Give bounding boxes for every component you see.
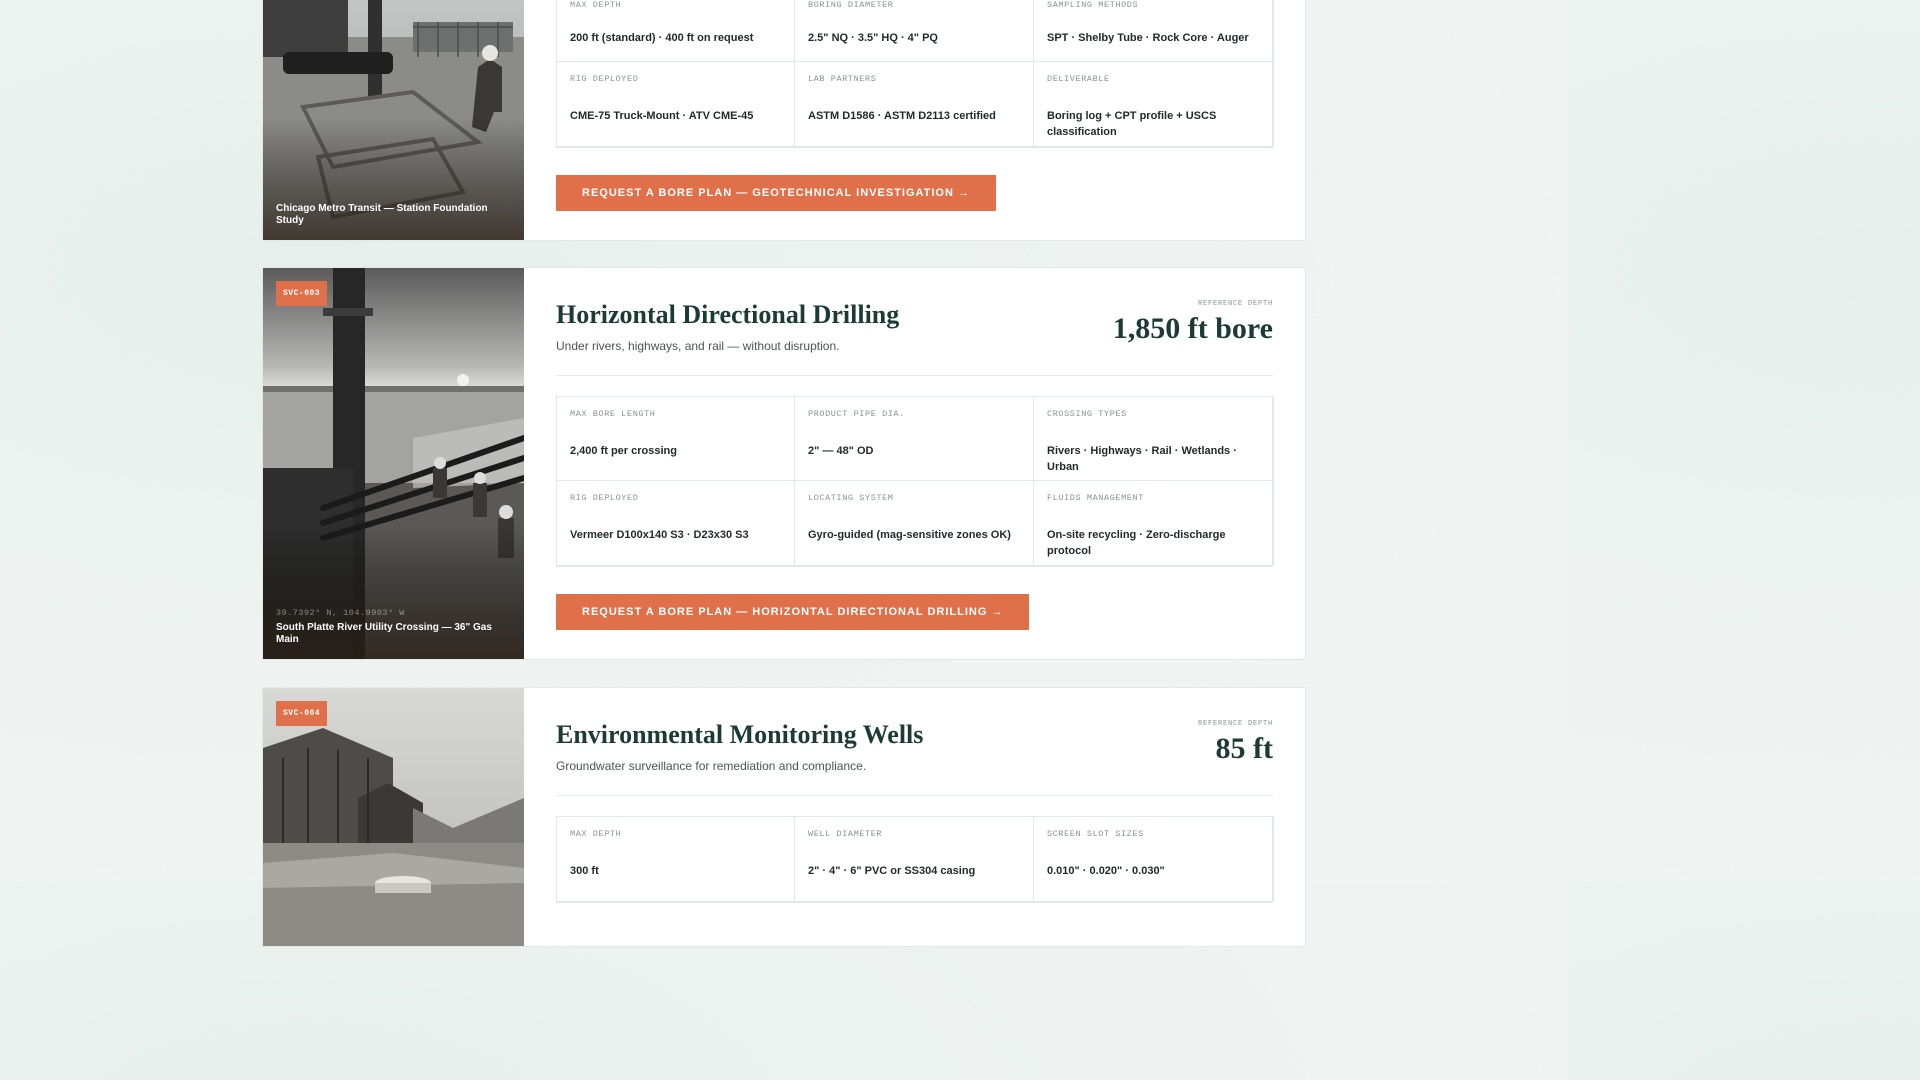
spec-max-depth: MAX DEPTH 200 ft (standard) · 400 ft on … <box>557 0 795 62</box>
spec-label: CROSSING TYPES <box>1047 409 1127 419</box>
spec-label: FLUIDS MANAGEMENT <box>1047 493 1144 503</box>
spec-label: RIG DEPLOYED <box>570 493 639 503</box>
service-header: Environmental Monitoring Wells Groundwat… <box>556 688 1273 796</box>
spec-value: 2" · 4" · 6" PVC or SS304 casing <box>808 865 976 877</box>
spec-label: RIG DEPLOYED <box>570 74 639 84</box>
project-photo: SVC-004 <box>263 688 524 946</box>
spec-value: Vermeer D100x140 S3 · D23x30 S3 <box>570 529 749 541</box>
spec-max-bore-length: MAX BORE LENGTH 2,400 ft per crossing <box>557 397 795 481</box>
spec-label: LOCATING SYSTEM <box>808 493 894 503</box>
service-title: Horizontal Directional Drilling <box>556 300 900 329</box>
spec-value: 300 ft <box>570 865 599 877</box>
spec-label: BORING DIAMETER <box>808 0 894 10</box>
service-code-badge: SVC-003 <box>276 281 328 306</box>
service-body: Environmental Monitoring Wells Groundwat… <box>524 688 1305 946</box>
spec-value: SPT · Shelby Tube · Rock Core · Auger <box>1047 32 1249 44</box>
spec-value: ASTM D1586 · ASTM D2113 certified <box>808 110 996 122</box>
spec-rig-deployed: RIG DEPLOYED Vermeer D100x140 S3 · D23x3… <box>557 481 795 565</box>
project-caption: Chicago Metro Transit — Station Foundati… <box>276 203 488 226</box>
spec-value: Boring log + CPT profile + USCS classifi… <box>1047 110 1217 138</box>
service-subtitle: Groundwater surveillance for remediation… <box>556 759 867 773</box>
service-card-geotechnical: Chicago Metro Transit — Station Foundati… <box>262 0 1306 241</box>
spec-value: 2.5" NQ · 3.5" HQ · 4" PQ <box>808 32 938 44</box>
spec-grid: MAX DEPTH 300 ft WELL DIAMETER 2" · 4" ·… <box>556 816 1274 903</box>
spec-sampling-methods: SAMPLING METHODS SPT · Shelby Tube · Roc… <box>1034 0 1274 62</box>
project-photo: Chicago Metro Transit — Station Foundati… <box>263 0 524 240</box>
spec-label: SCREEN SLOT SIZES <box>1047 829 1144 839</box>
spec-value: 2" — 48" OD <box>808 445 874 457</box>
spec-well-diameter: WELL DIAMETER 2" · 4" · 6" PVC or SS304 … <box>795 817 1034 901</box>
spec-label: PRODUCT PIPE DIA. <box>808 409 905 419</box>
spec-value: Rivers · Highways · Rail · Wetlands · Ur… <box>1047 445 1237 473</box>
spec-locating-system: LOCATING SYSTEM Gyro-guided (mag-sensiti… <box>795 481 1034 565</box>
spec-label: WELL DIAMETER <box>808 829 883 839</box>
spec-value: Gyro-guided (mag-sensitive zones OK) <box>808 529 1011 541</box>
spec-max-depth: MAX DEPTH 300 ft <box>557 817 795 901</box>
spec-label: MAX DEPTH <box>570 829 622 839</box>
service-body: MAX DEPTH 200 ft (standard) · 400 ft on … <box>524 0 1305 240</box>
reference-depth-label: REFERENCE DEPTH <box>1197 720 1273 728</box>
spec-fluids-management: FLUIDS MANAGEMENT On-site recycling · Ze… <box>1034 481 1274 565</box>
service-title: Environmental Monitoring Wells <box>556 720 924 749</box>
monitoring-site-photo <box>263 688 524 946</box>
reference-depth-value: 85 ft <box>1215 732 1273 765</box>
spec-value: CME-75 Truck-Mount · ATV CME-45 <box>570 110 754 122</box>
service-body: Horizontal Directional Drilling Under ri… <box>524 268 1305 659</box>
spec-value: 200 ft (standard) · 400 ft on request <box>570 32 754 44</box>
spec-value: 0.010" · 0.020" · 0.030" <box>1047 865 1165 877</box>
service-code-badge: SVC-004 <box>276 701 328 726</box>
spec-value: 2,400 ft per crossing <box>570 445 677 457</box>
reference-depth-label: REFERENCE DEPTH <box>1197 300 1273 308</box>
spec-crossing-types: CROSSING TYPES Rivers · Highways · Rail … <box>1034 397 1274 481</box>
spec-label: LAB PARTNERS <box>808 74 877 84</box>
service-card-hdd: SVC-003 39.7392° N, 104.9903° W South Pl… <box>262 267 1306 660</box>
spec-product-pipe-dia: PRODUCT PIPE DIA. 2" — 48" OD <box>795 397 1034 481</box>
gps-coordinates: 39.7392° N, 104.9903° W <box>276 608 405 618</box>
service-card-monitoring-wells: SVC-004 Environmental Monitoring Wells G… <box>262 687 1306 947</box>
service-subtitle: Under rivers, highways, and rail — witho… <box>556 339 840 353</box>
hdd-rig-photo <box>263 268 524 659</box>
spec-label: MAX BORE LENGTH <box>570 409 656 419</box>
spec-screen-slot-sizes: SCREEN SLOT SIZES 0.010" · 0.020" · 0.03… <box>1034 817 1274 901</box>
spec-grid: MAX DEPTH 200 ft (standard) · 400 ft on … <box>556 0 1274 148</box>
project-photo: SVC-003 39.7392° N, 104.9903° W South Pl… <box>263 268 524 659</box>
spec-label: DELIVERABLE <box>1047 74 1110 84</box>
request-bore-plan-button[interactable]: REQUEST A BORE PLAN — GEOTECHNICAL INVES… <box>556 175 996 211</box>
reference-depth-value: 1,850 ft bore <box>1112 312 1273 345</box>
spec-label: SAMPLING METHODS <box>1047 0 1139 10</box>
spec-label: MAX DEPTH <box>570 0 622 10</box>
spec-value: On-site recycling · Zero-discharge proto… <box>1047 529 1226 557</box>
spec-boring-diameter: BORING DIAMETER 2.5" NQ · 3.5" HQ · 4" P… <box>795 0 1034 62</box>
spec-lab-partners: LAB PARTNERS ASTM D1586 · ASTM D2113 cer… <box>795 62 1034 146</box>
spec-grid: MAX BORE LENGTH 2,400 ft per crossing PR… <box>556 396 1274 567</box>
project-caption: South Platte River Utility Crossing — 36… <box>276 622 492 645</box>
spec-rig-deployed: RIG DEPLOYED CME-75 Truck-Mount · ATV CM… <box>557 62 795 146</box>
spec-deliverable: DELIVERABLE Boring log + CPT profile + U… <box>1034 62 1274 146</box>
request-bore-plan-button[interactable]: REQUEST A BORE PLAN — HORIZONTAL DIRECTI… <box>556 594 1030 630</box>
service-header: Horizontal Directional Drilling Under ri… <box>556 268 1273 376</box>
